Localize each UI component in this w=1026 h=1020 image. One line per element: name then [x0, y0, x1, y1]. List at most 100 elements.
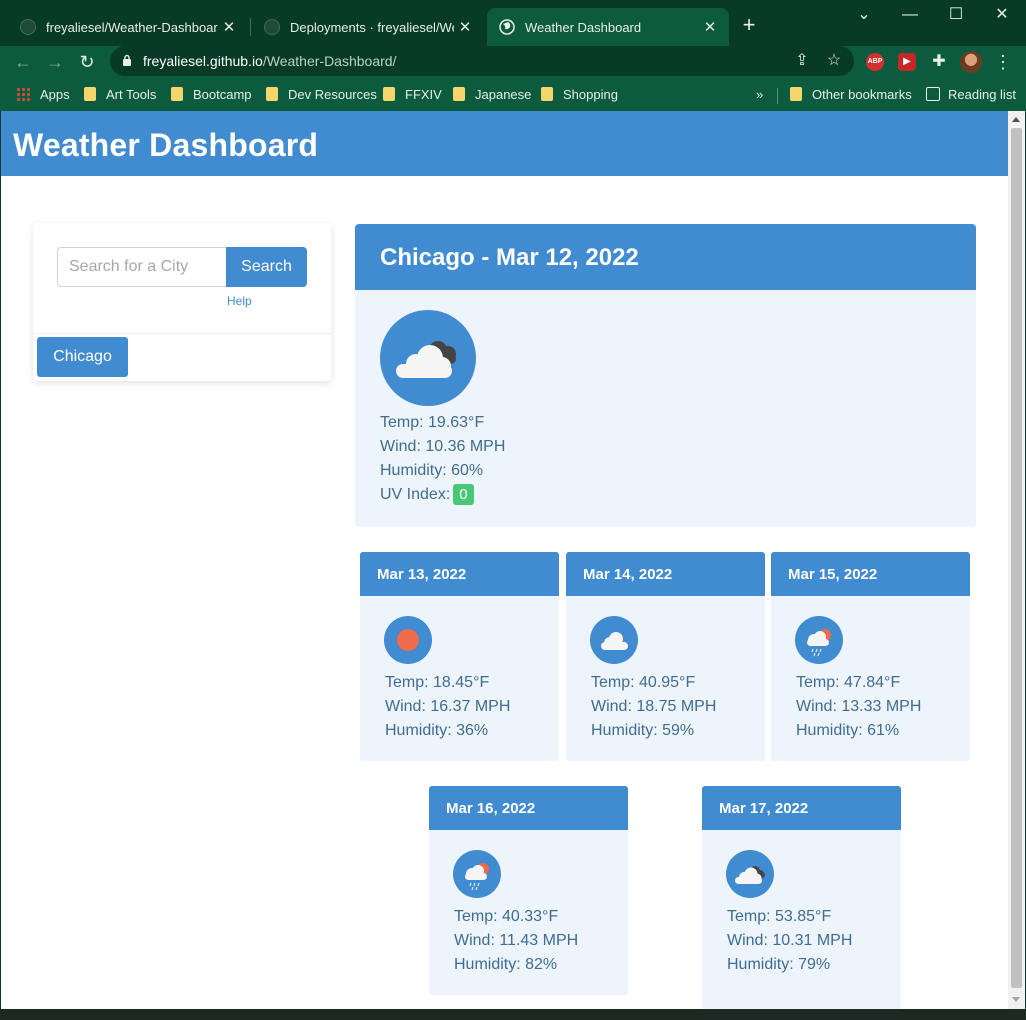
forecast-wind: Wind: 18.75 MPH — [591, 698, 717, 715]
current-wind: Wind: 10.36 MPH — [380, 438, 506, 455]
extension-red-icon[interactable]: ▶ — [898, 53, 916, 71]
uv-index-badge: 0 — [453, 484, 474, 505]
bookmark-apps[interactable]: Apps — [16, 85, 70, 103]
new-tab-icon[interactable]: + — [738, 14, 760, 36]
tab-search-icon[interactable]: ⌄ — [841, 4, 887, 28]
url-text: freyaliesel.github.io/Weather-Dashboard/ — [143, 53, 396, 69]
forecast-wind: Wind: 11.43 MPH — [454, 932, 579, 949]
forecast-temp: Temp: 40.33°F — [454, 908, 559, 925]
scroll-up-arrow-icon[interactable] — [1012, 117, 1020, 122]
tab-title: Deployments · freyaliesel/Weathe — [290, 19, 454, 35]
folder-icon — [790, 87, 802, 101]
tab-weather-dashboard[interactable]: Weather Dashboard ✕ — [487, 8, 729, 46]
tab-deployments[interactable]: Deployments · freyaliesel/Weathe ✕ — [252, 8, 484, 46]
cloudy-icon — [380, 310, 476, 406]
forecast-card: Mar 14, 2022 Temp: 40.95°F Wind: 18.75 M… — [566, 552, 765, 761]
forecast-temp: Temp: 53.85°F — [727, 908, 832, 925]
uv-label: UV Index: — [380, 486, 451, 503]
bookmark-bootcamp[interactable]: Bootcamp — [171, 85, 252, 103]
search-panel: Search Help Chicago — [33, 223, 331, 381]
reload-icon[interactable]: ↻ — [75, 50, 99, 74]
forecast-header: Mar 14, 2022 — [566, 552, 765, 596]
bookmark-dev-resources[interactable]: Dev Resources — [266, 85, 377, 103]
forecast-card: Mar 16, 2022 Temp: 40.33°F Wind: 11.43 M… — [429, 786, 628, 995]
browser-chrome: freyaliesel/Weather-Dashboard ✕ Deployme… — [0, 0, 1026, 111]
tab-github-repo[interactable]: freyaliesel/Weather-Dashboard ✕ — [8, 8, 248, 46]
divider — [33, 333, 331, 334]
search-button[interactable]: Search — [226, 247, 307, 287]
scroll-down-arrow-icon[interactable] — [1012, 997, 1020, 1002]
current-city-date: Chicago - Mar 12, 2022 — [380, 244, 639, 271]
maximize-icon[interactable]: ☐ — [933, 4, 979, 28]
back-icon[interactable]: ← — [11, 50, 35, 74]
reading-list[interactable]: Reading list — [926, 85, 1016, 103]
folder-icon — [383, 87, 395, 101]
close-tab-icon[interactable]: ✕ — [454, 18, 476, 36]
forecast-header: Mar 13, 2022 — [360, 552, 559, 596]
url-host: freyaliesel.github.io — [143, 53, 263, 69]
github-icon — [264, 19, 280, 35]
close-tab-icon[interactable]: ✕ — [218, 18, 240, 36]
bookmark-japanese[interactable]: Japanese — [453, 85, 531, 103]
minimize-icon[interactable]: — — [887, 4, 933, 28]
bookmark-ffxiv[interactable]: FFXIV — [383, 85, 442, 103]
forecast-date: Mar 14, 2022 — [583, 566, 673, 583]
forward-icon[interactable]: → — [43, 50, 67, 74]
bookmark-other[interactable]: Other bookmarks — [790, 85, 912, 103]
scrollbar-thumb[interactable] — [1011, 128, 1022, 988]
bookmarks-overflow[interactable]: » — [756, 85, 763, 103]
forecast-wind: Wind: 16.37 MPH — [385, 698, 511, 715]
tab-title: freyaliesel/Weather-Dashboard — [46, 19, 218, 35]
vertical-scrollbar[interactable] — [1008, 111, 1025, 1009]
extensions-puzzle-icon[interactable]: ✚ — [930, 53, 948, 71]
profile-avatar[interactable] — [960, 51, 982, 73]
tab-title: Weather Dashboard — [525, 19, 642, 35]
bookmark-shopping[interactable]: Shopping — [541, 85, 618, 103]
address-bar[interactable]: freyaliesel.github.io/Weather-Dashboard/… — [110, 46, 854, 76]
tab-separator — [250, 18, 251, 36]
github-icon — [20, 19, 36, 35]
sun-icon — [384, 616, 432, 664]
bookmark-label: Japanese — [475, 86, 532, 102]
lock-icon — [123, 54, 131, 66]
current-uv: UV Index: 0 — [380, 484, 474, 505]
folder-icon — [541, 87, 553, 101]
forecast-humidity: Humidity: 79% — [727, 956, 831, 973]
forecast-wind: Wind: 13.33 MPH — [796, 698, 922, 715]
bookmarks-divider — [777, 88, 778, 104]
bookmark-art-tools[interactable]: Art Tools — [84, 85, 156, 103]
bookmark-star-icon[interactable]: ☆ — [824, 51, 844, 71]
current-weather-card: Chicago - Mar 12, 2022 Temp: 19.63°F Win… — [355, 224, 976, 527]
help-link[interactable]: Help — [227, 294, 252, 308]
sun-rain-icon — [453, 850, 501, 898]
adblock-plus-icon[interactable]: ABP — [866, 53, 884, 71]
close-tab-icon[interactable]: ✕ — [699, 18, 721, 36]
globe-icon — [499, 19, 515, 35]
menu-kebab-icon[interactable]: ⋮ — [994, 51, 1012, 73]
forecast-humidity: Humidity: 59% — [591, 722, 695, 739]
folder-icon — [171, 87, 183, 101]
bookmark-label: Reading list — [948, 86, 1016, 102]
apps-grid-icon — [16, 87, 30, 101]
bookmark-label: Apps — [40, 86, 70, 102]
forecast-card: Mar 15, 2022 Temp: 47.84°F Wind: 13.33 M… — [771, 552, 970, 761]
forecast-temp: Temp: 40.95°F — [591, 674, 696, 691]
forecast-wind: Wind: 10.31 MPH — [727, 932, 853, 949]
reading-list-icon — [926, 87, 940, 101]
forecast-card: Mar 13, 2022 Temp: 18.45°F Wind: 16.37 M… — [360, 552, 559, 761]
bookmarks-bar: Apps Art Tools Bootcamp Dev Resources FF… — [0, 80, 1026, 108]
page-viewport: Weather Dashboard Search Help Chicago Ch… — [1, 111, 1008, 1009]
city-search-input[interactable] — [57, 247, 227, 287]
current-humidity: Humidity: 60% — [380, 462, 484, 479]
forecast-temp: Temp: 18.45°F — [385, 674, 490, 691]
cloudy-icon — [726, 850, 774, 898]
current-weather-header: Chicago - Mar 12, 2022 — [355, 224, 976, 290]
current-temp: Temp: 19.63°F — [380, 414, 485, 431]
close-window-icon[interactable]: ✕ — [979, 4, 1025, 28]
share-icon[interactable]: ⇪ — [792, 51, 812, 71]
history-city-button[interactable]: Chicago — [37, 337, 128, 377]
forecast-date: Mar 15, 2022 — [788, 566, 878, 583]
forecast-header: Mar 15, 2022 — [771, 552, 970, 596]
forecast-date: Mar 16, 2022 — [446, 800, 536, 817]
browser-toolbar: ← → ↻ freyaliesel.github.io/Weather-Dash… — [0, 46, 1026, 78]
